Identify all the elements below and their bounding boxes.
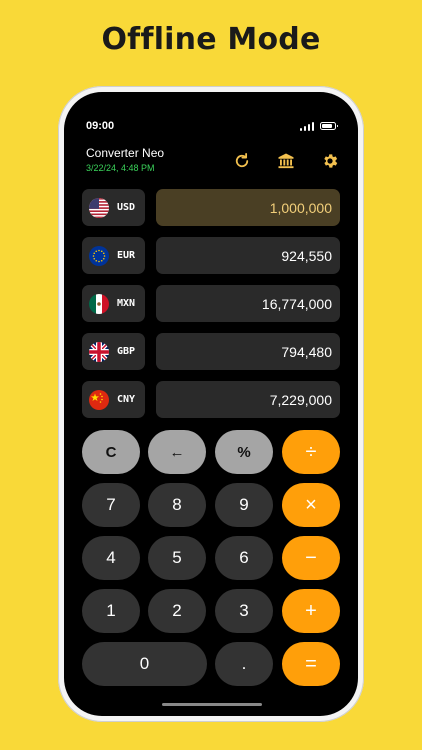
percent-button[interactable]: %	[215, 430, 273, 474]
currency-code: MXN	[117, 298, 136, 309]
currency-row-gbp: GBP 794,480	[82, 333, 342, 370]
currency-selector-cny[interactable]: CNY	[82, 381, 145, 418]
currency-code: GBP	[117, 346, 136, 357]
eu-flag-icon	[89, 245, 109, 266]
backspace-button[interactable]: ←	[148, 430, 206, 474]
key-4[interactable]: 4	[82, 536, 140, 580]
minus-button[interactable]: −	[282, 536, 340, 580]
currency-selector-gbp[interactable]: GBP	[82, 333, 145, 370]
headline: Offline Mode	[101, 22, 321, 57]
amount-field-mxn[interactable]: 16,774,000	[156, 285, 340, 322]
amount-field-usd[interactable]: 1,000,000	[156, 189, 340, 226]
key-3[interactable]: 3	[215, 589, 273, 633]
multiply-button[interactable]: ×	[282, 483, 340, 527]
status-icons	[299, 121, 338, 131]
currency-code: CNY	[117, 394, 136, 405]
last-updated-date: 3/22/24, 4:48 PM	[86, 163, 155, 173]
currency-row-cny: CNY 7,229,000	[82, 381, 342, 418]
battery-icon	[320, 122, 338, 130]
currency-row-usd: USD 1,000,000	[82, 189, 342, 226]
phone-screen: 09:00 Converter Neo 3/22/24, 4:48 PM USD…	[64, 92, 358, 716]
signal-icon	[299, 121, 314, 131]
currency-code: EUR	[117, 250, 136, 261]
app-title: Converter Neo	[86, 146, 165, 160]
us-flag-icon	[89, 197, 109, 218]
key-6[interactable]: 6	[215, 536, 273, 580]
home-indicator	[162, 703, 262, 706]
currency-code: USD	[117, 202, 136, 213]
clear-button[interactable]: C	[82, 430, 140, 474]
key-2[interactable]: 2	[148, 589, 206, 633]
currency-row-eur: EUR 924,550	[82, 237, 342, 274]
key-9[interactable]: 9	[215, 483, 273, 527]
amount-field-cny[interactable]: 7,229,000	[156, 381, 340, 418]
currency-selector-usd[interactable]: USD	[82, 189, 145, 226]
equals-button[interactable]: =	[282, 642, 340, 686]
key-1[interactable]: 1	[82, 589, 140, 633]
amount-field-eur[interactable]: 924,550	[156, 237, 340, 274]
status-time: 09:00	[86, 120, 115, 132]
gb-flag-icon	[89, 341, 109, 362]
currency-row-mxn: MXN 16,774,000	[82, 285, 342, 322]
plus-button[interactable]: +	[282, 589, 340, 633]
cn-flag-icon	[89, 389, 109, 410]
gear-icon[interactable]	[319, 150, 341, 172]
refresh-icon[interactable]	[231, 150, 253, 172]
bank-icon[interactable]	[275, 150, 297, 172]
amount-field-gbp[interactable]: 794,480	[156, 333, 340, 370]
divide-button[interactable]: ÷	[282, 430, 340, 474]
currency-selector-eur[interactable]: EUR	[82, 237, 145, 274]
key-7[interactable]: 7	[82, 483, 140, 527]
key-8[interactable]: 8	[148, 483, 206, 527]
key-0[interactable]: 0	[82, 642, 207, 686]
decimal-button[interactable]: .	[215, 642, 273, 686]
key-5[interactable]: 5	[148, 536, 206, 580]
currency-selector-mxn[interactable]: MXN	[82, 285, 145, 322]
mx-flag-icon	[89, 293, 109, 314]
